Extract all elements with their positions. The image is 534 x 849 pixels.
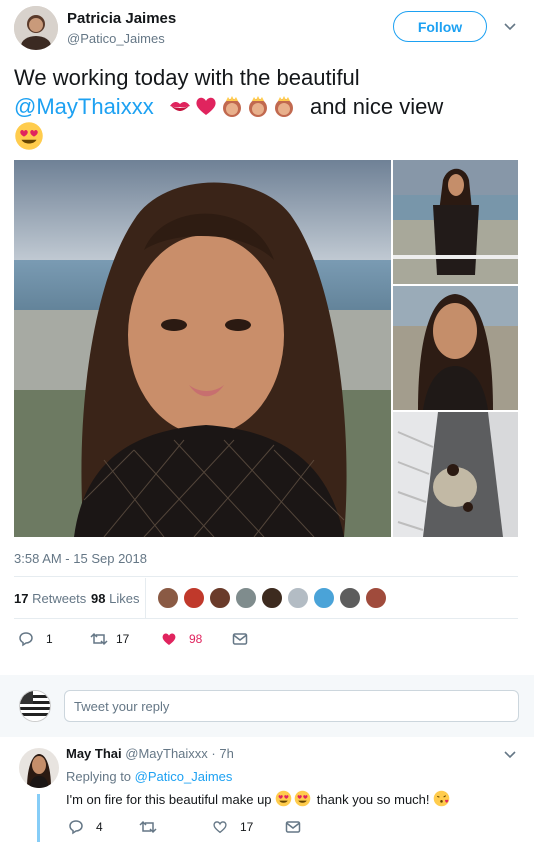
retweets-stat[interactable]: 17 Retweets: [14, 591, 86, 606]
tweet-text: We working today with the beautiful @May…: [14, 63, 520, 154]
liker-avatar[interactable]: [365, 587, 387, 609]
main-photo[interactable]: [14, 160, 391, 537]
reply-action[interactable]: 1: [18, 631, 53, 647]
tweet-line-2: @MayThaixxx and nice view: [14, 92, 520, 121]
author-name[interactable]: Patricia Jaimes: [67, 10, 176, 27]
reply-author-avatar[interactable]: [19, 748, 59, 788]
divider: [14, 618, 518, 619]
author-avatar[interactable]: [14, 6, 58, 50]
author-handle[interactable]: @Patico_Jaimes: [67, 31, 165, 46]
reply-text-part1: I'm on fire for this beautiful make up: [66, 792, 272, 807]
reply-count: 1: [46, 632, 53, 646]
red-heart-icon: [194, 94, 218, 118]
envelope-icon: [232, 633, 248, 645]
liker-avatar[interactable]: [339, 587, 361, 609]
liker-avatar[interactable]: [209, 587, 231, 609]
heart-eyes-face-icon: [294, 790, 311, 807]
princess-icon: [220, 94, 244, 118]
liker-avatar[interactable]: [261, 587, 283, 609]
retweet-icon: [139, 820, 157, 834]
reply-retweet-action[interactable]: [139, 819, 157, 835]
reply-text: I'm on fire for this beautiful make up t…: [66, 790, 452, 807]
retweet-count: 17: [116, 632, 130, 646]
reply-icon: [19, 632, 33, 647]
photo-4[interactable]: [393, 412, 518, 537]
heart-outline-icon: [213, 821, 227, 834]
replying-to: Replying to @Patico_Jaimes: [66, 769, 232, 784]
liker-avatar[interactable]: [287, 587, 309, 609]
follow-button[interactable]: Follow: [393, 11, 487, 42]
reply-like-action[interactable]: 17: [212, 819, 253, 835]
reply-author-name[interactable]: May Thai: [66, 746, 122, 761]
reply-author-handle[interactable]: @MayThaixxx: [125, 746, 208, 761]
retweets-count: 17: [14, 591, 29, 606]
chevron-down-icon[interactable]: [503, 20, 517, 34]
likes-stat[interactable]: 98 Likes: [91, 591, 139, 606]
divider: [14, 576, 518, 577]
retweets-label: Retweets: [32, 591, 87, 606]
retweet-action[interactable]: 17: [90, 631, 129, 647]
heart-eyes-face-icon: [275, 790, 292, 807]
mention-link[interactable]: @MayThaixxx: [14, 94, 154, 119]
princess-icon: [272, 94, 296, 118]
face-blowing-kiss-icon: [433, 790, 450, 807]
reply-reply-action[interactable]: 4: [68, 819, 103, 835]
message-action[interactable]: [232, 632, 248, 646]
heart-icon: [162, 633, 176, 645]
liker-avatar[interactable]: [183, 587, 205, 609]
envelope-icon: [285, 821, 301, 833]
photo-2[interactable]: [393, 160, 518, 284]
liker-avatar[interactable]: [313, 587, 335, 609]
reply-reply-count: 4: [96, 820, 103, 834]
user-avatar[interactable]: [19, 690, 51, 722]
like-action[interactable]: 98: [161, 631, 202, 647]
tweet-text-after-emoji: and nice view: [309, 94, 444, 119]
liker-avatars: [157, 587, 387, 609]
liker-avatar[interactable]: [157, 587, 179, 609]
stats-separator: [145, 578, 146, 618]
liker-avatar[interactable]: [235, 587, 257, 609]
retweet-icon: [90, 632, 108, 646]
reply-message-action[interactable]: [285, 820, 301, 834]
like-count: 98: [189, 632, 203, 646]
reply-text-part2: thank you so much!: [316, 792, 430, 807]
princess-icon: [246, 94, 270, 118]
kiss-mark-icon: [168, 94, 192, 118]
replying-to-label: Replying to: [66, 769, 132, 784]
heart-eyes-face-icon: [14, 121, 44, 151]
reply-thread-line: [37, 794, 40, 842]
reply-icon: [69, 820, 83, 835]
reply-input[interactable]: Tweet your reply: [64, 690, 519, 722]
tweet-line-1: We working today with the beautiful: [14, 65, 360, 90]
tweet-line-3: [14, 121, 520, 154]
photo-3[interactable]: [393, 286, 518, 410]
likes-label: Likes: [109, 591, 140, 606]
likes-count: 98: [91, 591, 106, 606]
tweet-timestamp[interactable]: 3:58 AM - 15 Sep 2018: [14, 551, 147, 566]
reply-time[interactable]: · 7h: [211, 746, 233, 761]
chevron-down-icon[interactable]: [503, 748, 517, 762]
replying-to-link[interactable]: @Patico_Jaimes: [135, 769, 233, 784]
reply-like-count: 17: [240, 820, 254, 834]
reply-header: May Thai @MayThaixxx · 7h: [66, 746, 234, 761]
